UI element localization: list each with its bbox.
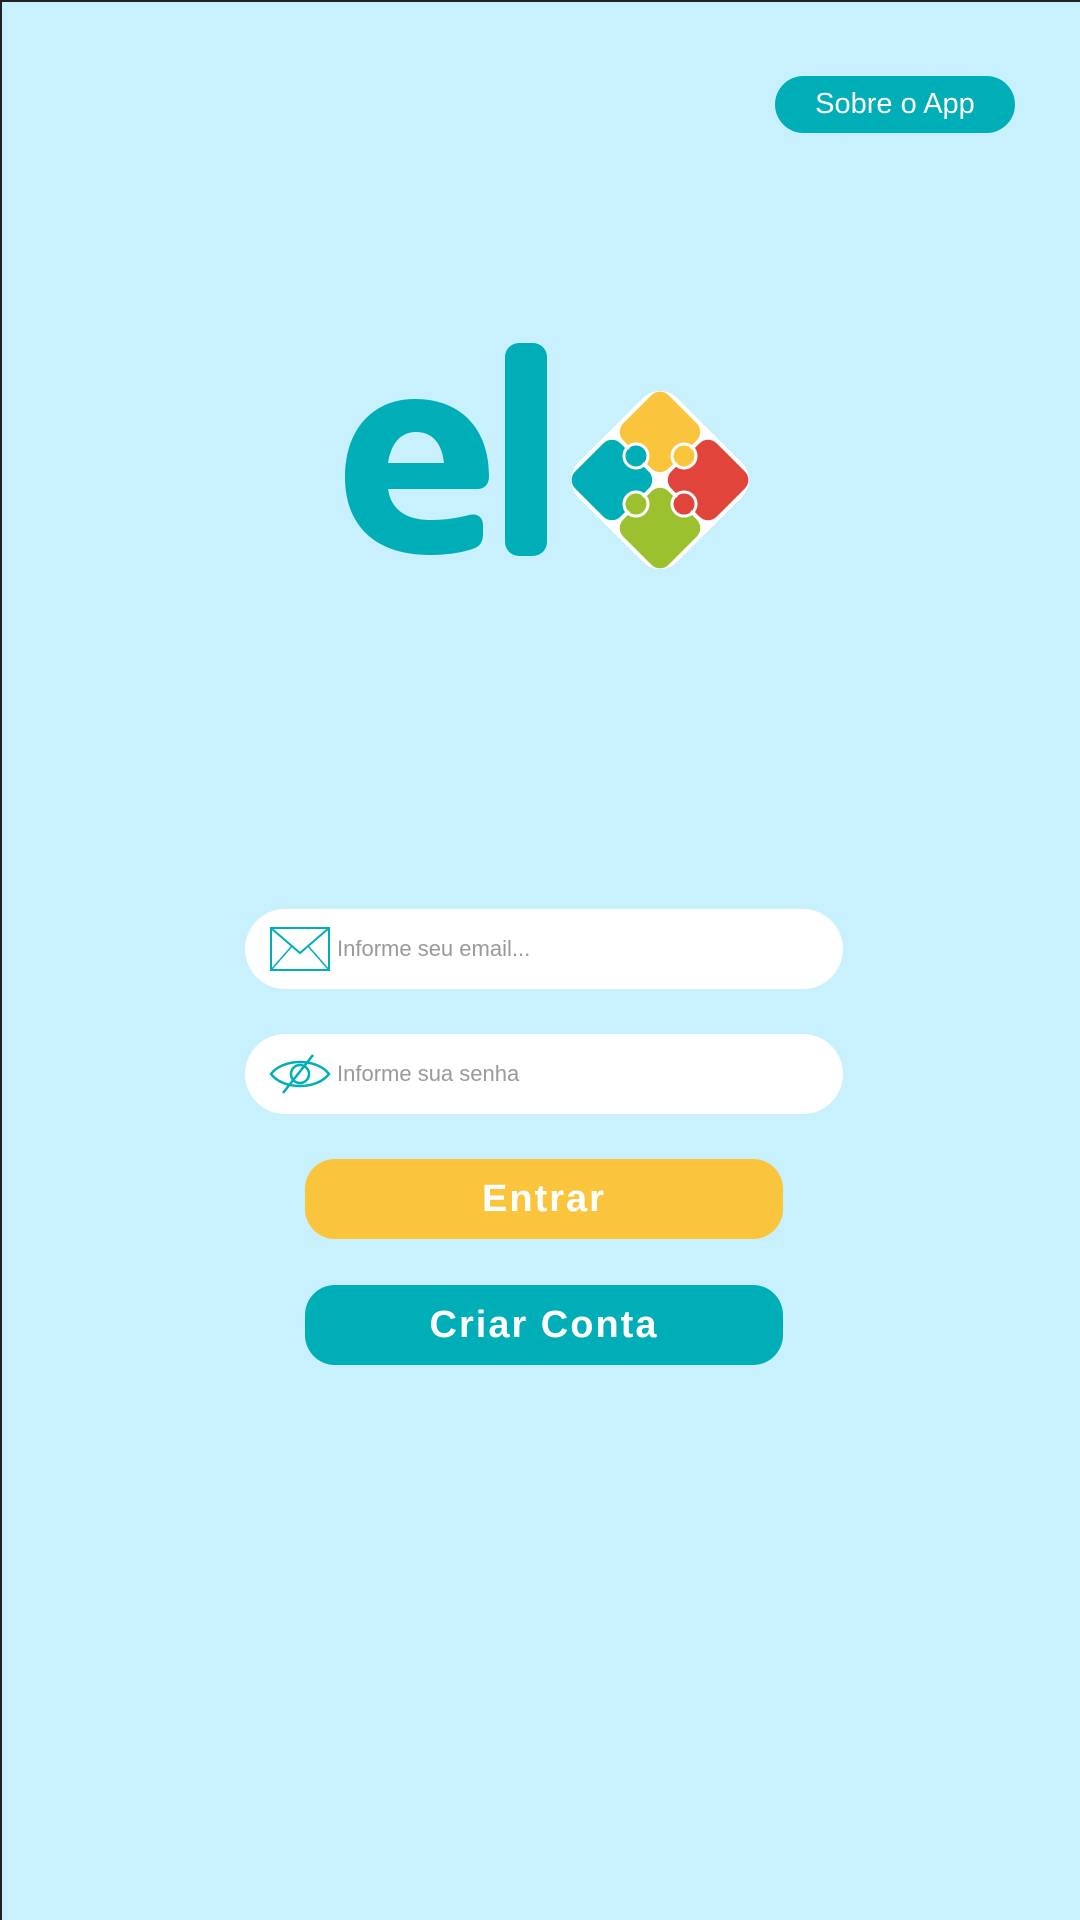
elo-logo-icon (345, 343, 750, 570)
login-screen: Sobre o App Informe seu email... Entrar … (0, 0, 1080, 1920)
app-logo (337, 337, 767, 587)
password-input[interactable] (335, 1043, 819, 1105)
email-field[interactable] (245, 909, 843, 989)
create-account-button[interactable]: Criar Conta (305, 1285, 783, 1365)
about-app-button[interactable]: Sobre o App (775, 76, 1015, 133)
password-field[interactable] (245, 1034, 843, 1114)
logo-puzzle-icon (570, 390, 750, 570)
login-button[interactable]: Entrar (305, 1159, 783, 1239)
logo-letter-l (505, 343, 547, 556)
email-input[interactable] (335, 918, 819, 980)
eye-off-icon[interactable] (269, 1050, 331, 1098)
envelope-icon (269, 925, 331, 973)
logo-letter-e (345, 399, 489, 555)
